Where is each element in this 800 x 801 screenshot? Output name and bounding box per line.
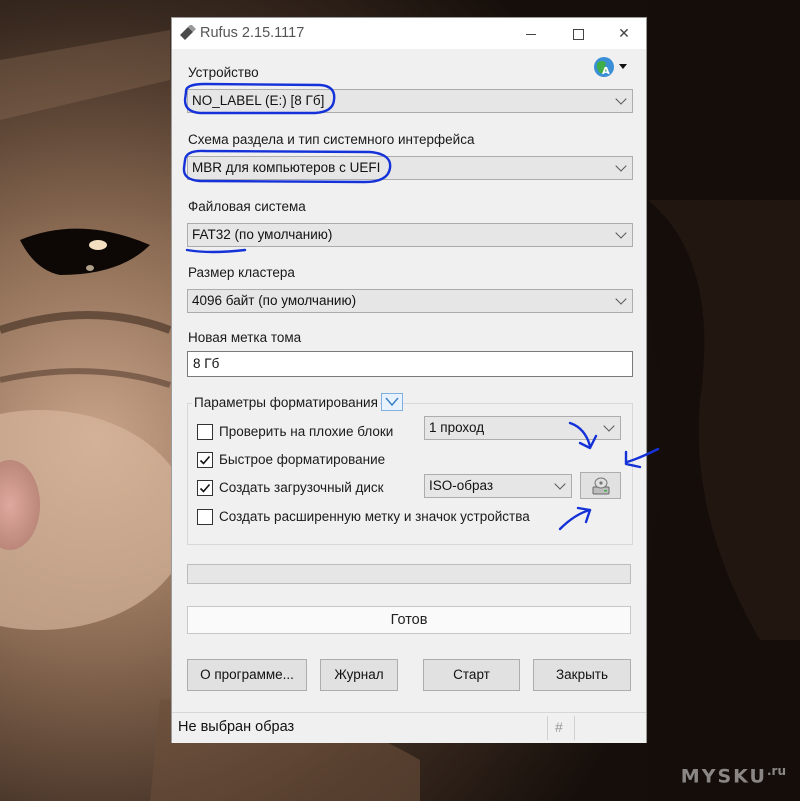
bad-blocks-checkbox[interactable] (197, 424, 213, 440)
expand-options-button[interactable] (381, 393, 403, 411)
maximize-icon (572, 28, 584, 40)
image-type-value: ISO-образ (429, 478, 494, 493)
cluster-size-value: 4096 байт (по умолчанию) (192, 293, 357, 308)
window-title: Rufus 2.15.1117 (200, 25, 305, 41)
chevron-down-icon (615, 93, 627, 105)
rufus-window: Rufus 2.15.1117 ✕ Устройство A NO_LABEL … (171, 17, 647, 743)
status-bar-separator (574, 716, 575, 740)
partition-scheme-select[interactable]: MBR для компьютеров с UEFI (187, 156, 633, 180)
chevron-down-icon (554, 478, 566, 490)
filesystem-value: FAT32 (по умолчанию) (192, 227, 333, 242)
bootable-label: Создать загрузочный диск (219, 480, 384, 495)
start-button[interactable]: Старт (423, 659, 520, 691)
close-button[interactable]: Закрыть (533, 659, 631, 691)
volume-label-label: Новая метка тома (188, 330, 302, 345)
status-display: Готов (187, 606, 631, 634)
language-globe-icon[interactable]: A (592, 55, 630, 79)
checkmark-icon (199, 483, 211, 493)
image-type-select[interactable]: ISO-образ (424, 474, 572, 498)
device-label: Устройство (188, 65, 259, 80)
progress-bar (187, 564, 631, 584)
cluster-size-select[interactable]: 4096 байт (по умолчанию) (187, 289, 633, 313)
device-select[interactable]: NO_LABEL (E:) [8 Гб] (187, 89, 633, 113)
checkmark-icon (199, 455, 211, 465)
about-button[interactable]: О программе... (187, 659, 307, 691)
minimize-button[interactable] (508, 18, 554, 49)
svg-text:A: A (602, 66, 610, 77)
chevron-down-icon (615, 227, 627, 239)
partition-scheme-value: MBR для компьютеров с UEFI (192, 160, 381, 175)
status-bar-separator (547, 716, 548, 740)
maximize-button[interactable] (555, 18, 601, 49)
title-bar[interactable]: Rufus 2.15.1117 ✕ (172, 18, 646, 49)
close-window-button[interactable]: ✕ (601, 18, 647, 49)
minimize-icon (526, 33, 536, 35)
cluster-size-label: Размер кластера (188, 265, 295, 280)
quick-format-label: Быстрое форматирование (219, 452, 386, 467)
watermark: MYSKU.ru (680, 763, 786, 787)
usb-drive-icon (180, 25, 196, 40)
passes-select[interactable]: 1 проход (424, 416, 621, 440)
chevron-down-icon (615, 160, 627, 172)
extended-label-checkbox[interactable] (197, 509, 213, 525)
chevron-down-icon (615, 293, 627, 305)
select-image-button[interactable] (580, 472, 621, 499)
disc-drive-icon (592, 477, 610, 495)
quick-format-checkbox[interactable] (197, 452, 213, 468)
bad-blocks-label: Проверить на плохие блоки (219, 424, 394, 439)
format-options-title: Параметры форматирования (192, 395, 380, 410)
log-button[interactable]: Журнал (320, 659, 398, 691)
filesystem-label: Файловая система (188, 199, 306, 214)
chevron-down-icon (385, 397, 399, 407)
filesystem-select[interactable]: FAT32 (по умолчанию) (187, 223, 633, 247)
device-select-value: NO_LABEL (E:) [8 Гб] (192, 93, 325, 108)
hash-button[interactable]: # (555, 719, 563, 735)
passes-value: 1 проход (429, 420, 485, 435)
partition-scheme-label: Схема раздела и тип системного интерфейс… (188, 132, 475, 147)
chevron-down-icon (603, 420, 615, 432)
extended-label-label: Создать расширенную метку и значок устро… (219, 509, 530, 524)
status-bar: Не выбран образ # (172, 712, 646, 743)
bootable-checkbox[interactable] (197, 480, 213, 496)
volume-label-input[interactable]: 8 Гб (187, 351, 633, 377)
status-bar-text: Не выбран образ (178, 719, 295, 735)
